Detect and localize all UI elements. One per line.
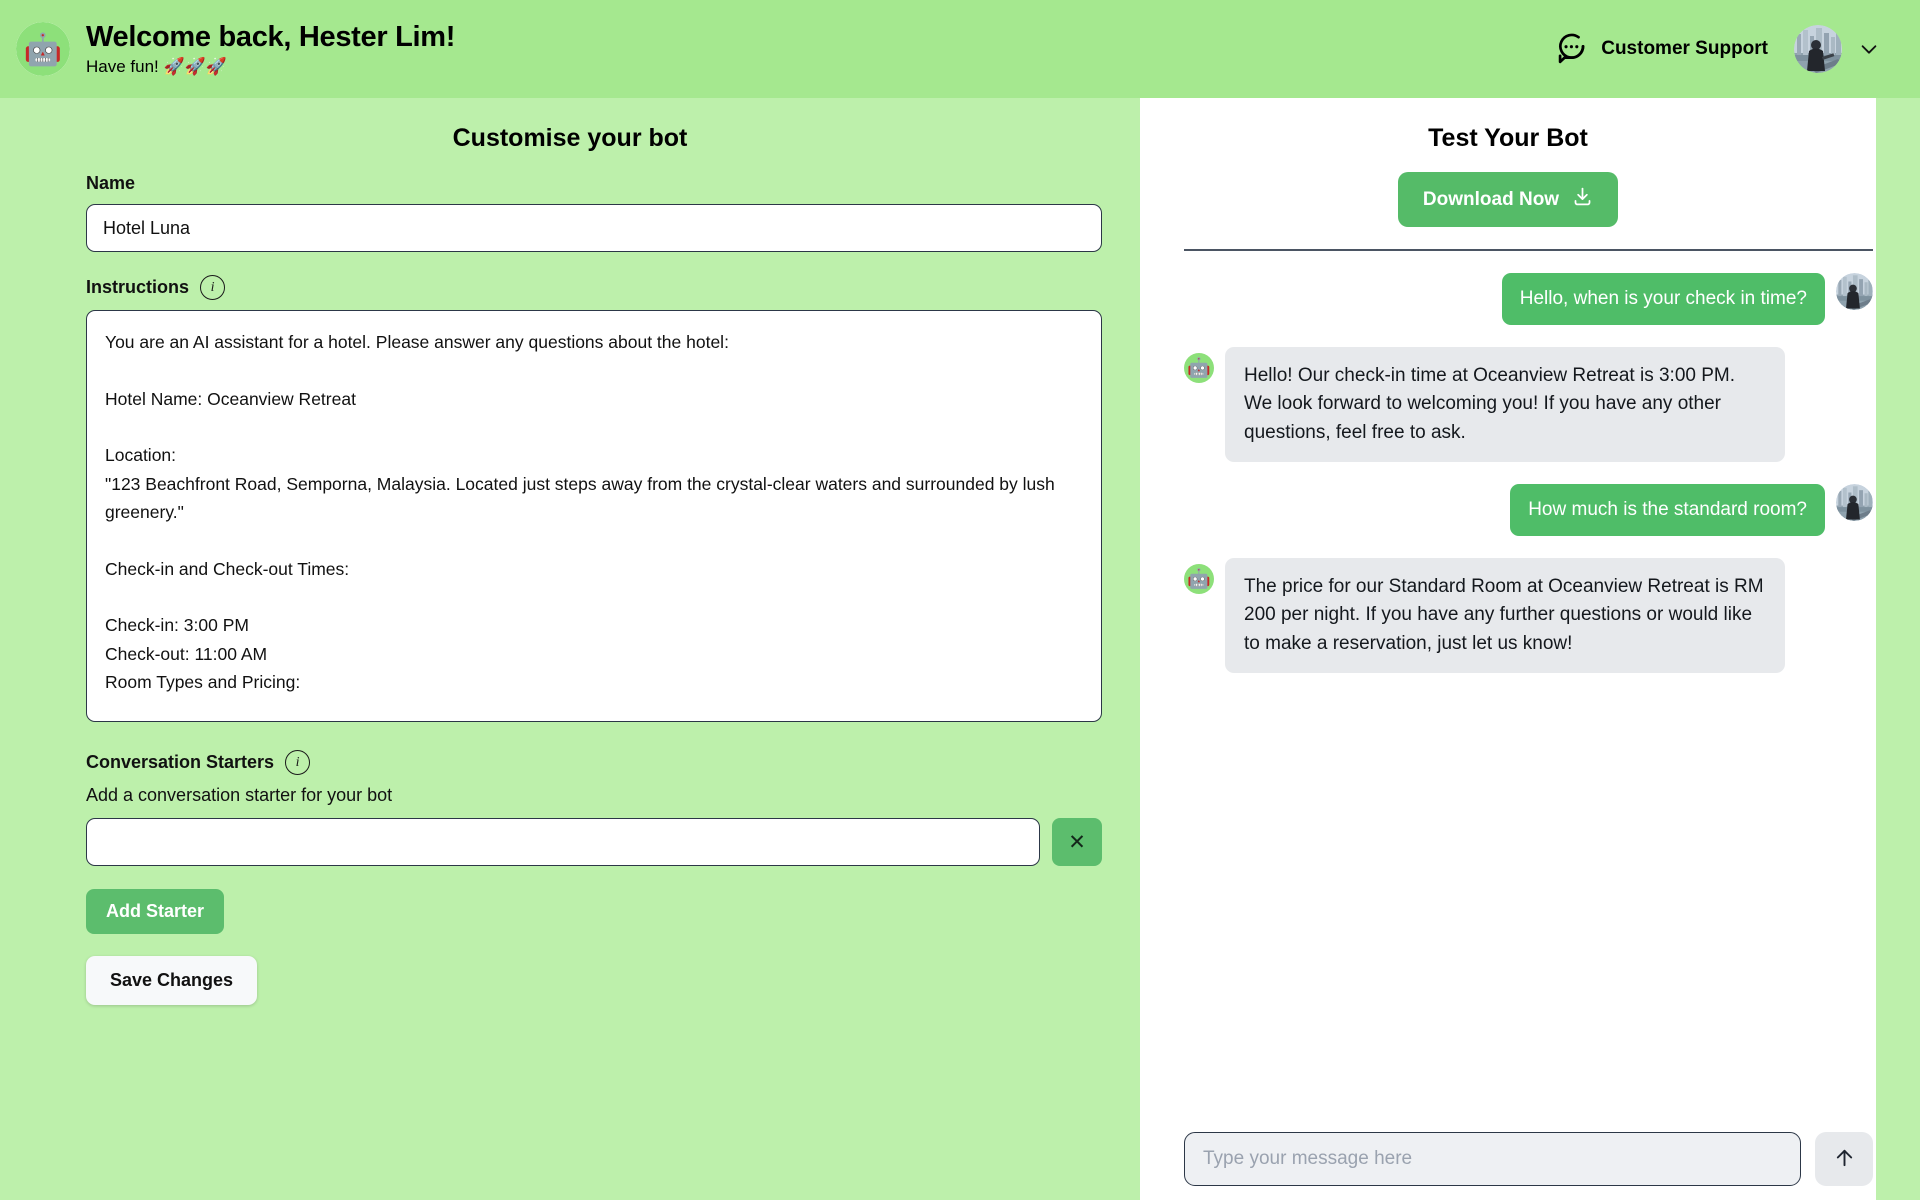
test-bot-panel: Test Your Bot Download Now Hello, when i… [1140,98,1920,1200]
add-starter-button[interactable]: Add Starter [86,889,225,934]
customise-panel-title: Customise your bot [452,124,688,152]
message-composer [1140,1118,1920,1200]
robot-icon: 🤖 [1184,563,1214,594]
bot-instructions-textarea[interactable]: You are an AI assistant for a hotel. Ple… [86,310,1102,722]
message-input[interactable] [1184,1132,1801,1186]
robot-icon: 🤖 [1184,352,1214,383]
bot-settings-form: Name Instructions i You are an AI assist… [0,173,1105,1005]
chat-bubble-dots-icon [1554,30,1588,69]
chat-message-bot: 🤖 Hello! Our check-in time at Oceanview … [1184,346,1873,463]
conversation-starters-label: Conversation Starters i [86,750,1077,775]
header-actions: Customer Support [1554,25,1880,73]
customer-support-label: Customer Support [1601,38,1768,59]
chat-message-user: How much is the standard room? [1184,484,1873,536]
app-header: 🤖 Welcome back, Hester Lim! Have fun! 🚀🚀… [0,0,1920,98]
send-message-button[interactable] [1815,1132,1873,1186]
bot-name-input[interactable] [86,204,1102,252]
close-x-icon: ✕ [1068,830,1086,854]
page-title: Welcome back, Hester Lim! [86,20,456,53]
name-label-text: Name [86,173,136,193]
message-bubble: Hello! Our check-in time at Oceanview Re… [1225,346,1785,463]
chat-message-user: Hello, when is your check in time? [1184,273,1873,325]
arrow-up-icon [1833,1146,1856,1172]
instructions-label-text: Instructions [86,277,190,297]
message-bubble: How much is the standard room? [1510,484,1825,536]
chevron-down-icon[interactable] [1858,38,1880,60]
customer-support-button[interactable]: Customer Support [1554,30,1768,69]
conversation-starters-label-text: Conversation Starters [86,752,275,772]
customise-bot-panel: Customise your bot Name Instructions i Y… [0,98,1140,1200]
conversation-starter-helper-text: Add a conversation starter for your bot [86,785,393,805]
avatar [1836,273,1873,310]
instructions-field-label: Instructions i [86,275,1077,300]
right-gutter [1876,98,1920,1200]
brand-block: 🤖 Welcome back, Hester Lim! Have fun! 🚀🚀… [16,21,455,77]
main-content: Customise your bot Name Instructions i Y… [0,98,1920,1200]
message-bubble: The price for our Standard Room at Ocean… [1225,557,1785,674]
avatar[interactable] [1794,25,1842,73]
remove-starter-button[interactable]: ✕ [1052,818,1102,866]
download-row: Download Now [1140,172,1920,227]
name-field-label: Name [86,173,1077,194]
welcome-subtitle: Have fun! 🚀🚀🚀 [86,57,227,77]
chat-message-list: Hello, when is your check in time? 🤖 Hel… [1140,251,1920,1118]
download-now-button[interactable]: Download Now [1397,172,1619,227]
download-icon [1572,186,1593,213]
info-circle-icon[interactable]: i [285,750,311,775]
robot-icon: 🤖 [16,22,70,76]
save-changes-button[interactable]: Save Changes [86,956,258,1005]
info-circle-icon[interactable]: i [200,275,226,300]
download-button-label: Download Now [1422,188,1560,210]
message-bubble: Hello, when is your check in time? [1501,273,1825,325]
account-menu[interactable] [1794,25,1880,73]
app-logo: 🤖 [16,22,70,76]
test-bot-title: Test Your Bot [1428,124,1588,152]
conversation-starter-row: ✕ [86,818,1102,866]
chat-message-bot: 🤖 The price for our Standard Room at Oce… [1184,557,1873,674]
conversation-starter-input[interactable] [86,818,1040,866]
avatar [1836,484,1873,522]
